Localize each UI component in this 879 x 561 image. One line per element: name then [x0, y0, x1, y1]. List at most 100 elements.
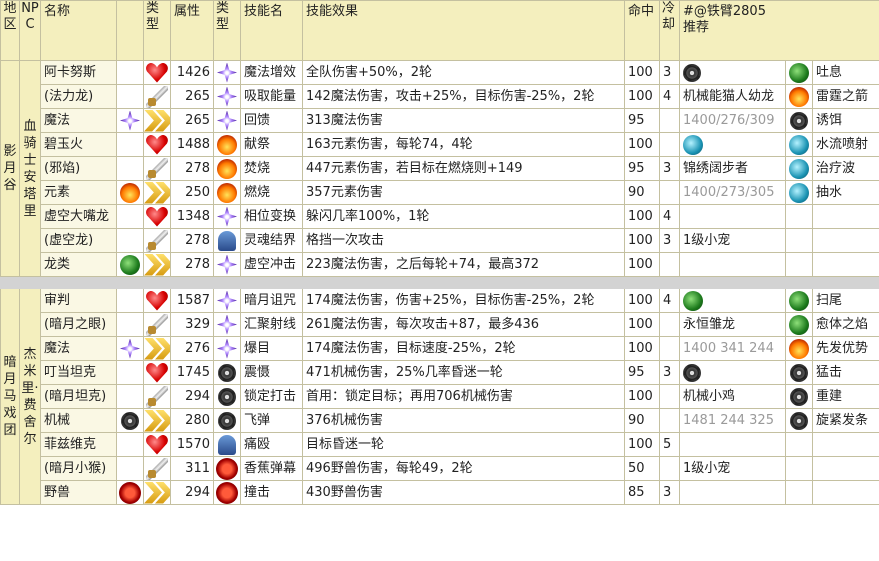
recommend-skill: 重建 [811, 384, 879, 409]
pet-type-icon-cell [143, 228, 171, 253]
sword-icon [146, 229, 168, 252]
area-cell: 影月谷 [0, 60, 20, 277]
cooldown-value: 3 [659, 360, 680, 385]
skill-type-icon-cell [213, 60, 241, 85]
aqua-icon [789, 158, 809, 179]
pet-name: 元素 [40, 180, 117, 205]
attr-value: 1570 [170, 432, 214, 457]
arcane-icon [217, 86, 237, 107]
chevron-icon [144, 409, 170, 432]
hit-value: 95 [624, 360, 660, 385]
recommend-pet: 1级小宠 [679, 228, 786, 253]
table-row: 叮当坦克 1745 震慑 471机械伤害，25%几率昏迷一轮 95 3 猛击 [1, 360, 879, 385]
cooldown-value [659, 312, 680, 337]
hit-value: 95 [624, 156, 660, 181]
hit-value: 100 [624, 60, 660, 85]
area-cell: 暗月马戏团 [0, 288, 20, 505]
pet-type-icon-cell [143, 60, 171, 85]
attr-value: 1488 [170, 132, 214, 157]
hit-value: 100 [624, 384, 660, 409]
skill-name: 虚空冲击 [240, 252, 303, 277]
pet-family-icon-cell [116, 312, 144, 337]
recommend-pet [679, 204, 786, 229]
fire-icon [217, 182, 237, 203]
pet-family-icon-cell [116, 132, 144, 157]
table-row: 元素 250 燃烧 357元素伤害 90 1400/273/305 抽水 [1, 180, 879, 205]
skill-effect: 357元素伤害 [302, 180, 625, 205]
skill-name: 燃烧 [240, 180, 303, 205]
recommend-skill: 旋紧发条 [811, 408, 879, 433]
table-row: 虚空大嘴龙 1348 相位变换 躲闪几率100%，1轮 100 4 [1, 204, 879, 229]
table-row: 魔法 265 回馈 313魔法伤害 95 1400/276/309 诱饵 [1, 108, 879, 133]
paw-icon [216, 481, 238, 504]
pet-name: 龙类 [40, 252, 117, 277]
dragon-icon [789, 290, 809, 311]
recommend-skill-icon-cell [785, 228, 813, 253]
gear-icon [790, 387, 808, 406]
sword-icon [146, 457, 168, 480]
header-skill-type: 类型 [213, 0, 241, 61]
pet-type-icon-cell [143, 108, 171, 133]
recommend-pet [679, 480, 786, 505]
recommend-skill-icon-cell [785, 204, 813, 229]
skill-name: 献祭 [240, 132, 303, 157]
skill-name: 撞击 [240, 480, 303, 505]
skill-name: 飞弹 [240, 408, 303, 433]
recommend-skill: 雷霆之箭 [811, 84, 879, 109]
cooldown-value [659, 384, 680, 409]
attr-value: 329 [170, 312, 214, 337]
header-cooldown: 冷却 [659, 0, 680, 61]
recommend-skill [811, 252, 879, 277]
skill-type-icon-cell [213, 180, 241, 205]
skill-name: 灵魂结界 [240, 228, 303, 253]
attr-value: 294 [170, 480, 214, 505]
pet-family-icon-cell [116, 456, 144, 481]
cooldown-value: 4 [659, 84, 680, 109]
attr-value: 250 [170, 180, 214, 205]
chevron-icon [144, 337, 170, 360]
skill-effect: 430野兽伤害 [302, 480, 625, 505]
skill-type-icon-cell [213, 156, 241, 181]
pet-family-icon-cell [116, 228, 144, 253]
skill-effect: 142魔法伤害，攻击+25%，目标伤害-25%，2轮 [302, 84, 625, 109]
skill-effect: 174魔法伤害，伤害+25%，目标伤害-25%，2轮 [302, 288, 625, 313]
arcane-icon [120, 110, 140, 131]
recommend-pet: 1400/276/309 [679, 108, 786, 133]
skill-effect: 躲闪几率100%，1轮 [302, 204, 625, 229]
skill-name: 暗月诅咒 [240, 288, 303, 313]
skill-effect: 313魔法伤害 [302, 108, 625, 133]
cooldown-value: 3 [659, 480, 680, 505]
gear-icon [218, 363, 236, 382]
heart-icon [146, 207, 168, 227]
hit-value: 100 [624, 132, 660, 157]
pet-family-icon-cell [116, 408, 144, 433]
pet-family-icon-cell [116, 156, 144, 181]
gear-icon [121, 411, 139, 430]
dragon-icon [789, 314, 809, 335]
pet-family-icon-cell [116, 432, 144, 457]
pet-type-icon-cell [143, 156, 171, 181]
chevron-icon [144, 181, 170, 204]
aqua-icon [789, 134, 809, 155]
skill-type-icon-cell [213, 228, 241, 253]
skill-effect: 全队伤害+50%，2轮 [302, 60, 625, 85]
skill-name: 回馈 [240, 108, 303, 133]
table-row: (暗月之眼) 329 汇聚射线 261魔法伤害，每次攻击+87，最多436 100 永恒雏… [1, 312, 879, 337]
hit-value: 100 [624, 336, 660, 361]
skill-type-icon-cell [213, 252, 241, 277]
header-npc: NPC [19, 0, 41, 61]
table-row: 野兽 294 撞击 430野兽伤害 85 3 [1, 480, 879, 505]
recommend-skill: 抽水 [811, 180, 879, 205]
recommend-skill-icon-cell [785, 132, 813, 157]
gear-icon [683, 363, 701, 382]
recommend-skill [811, 228, 879, 253]
sword-icon [146, 85, 168, 108]
pet-name: (虚空龙) [40, 228, 117, 253]
fire-icon [120, 182, 140, 203]
pet-type-icon-cell [143, 408, 171, 433]
cooldown-value: 4 [659, 204, 680, 229]
hit-value: 85 [624, 480, 660, 505]
recommend-skill: 先发优势 [811, 336, 879, 361]
skill-type-icon-cell [213, 360, 241, 385]
skill-effect: 447元素伤害，若目标在燃烧则+149 [302, 156, 625, 181]
